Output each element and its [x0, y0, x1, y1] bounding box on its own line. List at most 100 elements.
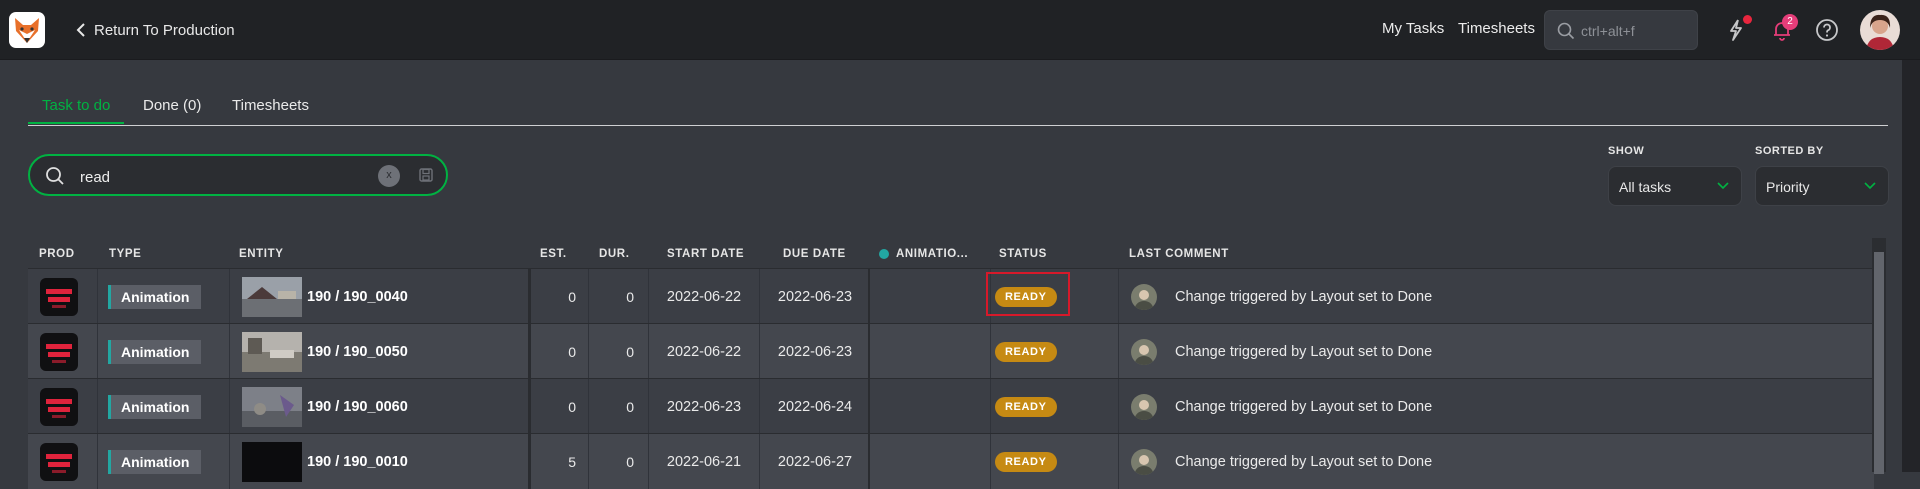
comment-author-avatar[interactable] — [1131, 448, 1157, 475]
estimation-cell[interactable]: 0 — [531, 269, 576, 324]
comment-author-avatar[interactable] — [1131, 283, 1157, 310]
last-comment-text[interactable]: Change triggered by Layout set to Done — [1175, 399, 1432, 415]
production-thumbnail[interactable] — [40, 277, 78, 316]
last-comment-text[interactable]: Change triggered by Layout set to Done — [1175, 289, 1432, 305]
last-comment-cell[interactable]: Change triggered by Layout set to Done — [1119, 269, 1859, 324]
page-scrollbar[interactable] — [1902, 60, 1920, 472]
status-cell: READY — [991, 379, 1117, 434]
entity-thumbnail[interactable] — [242, 276, 302, 317]
task-search-box: x — [28, 154, 448, 196]
timesheets-link[interactable]: Timesheets — [1458, 20, 1535, 37]
entity-name[interactable]: 190 / 190_0060 — [307, 399, 408, 415]
production-thumbnail[interactable] — [40, 332, 78, 371]
header-animation-column[interactable]: ANIMATIO... — [879, 248, 968, 260]
my-tasks-link[interactable]: My Tasks — [1382, 20, 1444, 37]
clear-search-button[interactable]: x — [378, 165, 400, 187]
type-cell: Animation — [98, 324, 228, 379]
entity-name[interactable]: 190 / 190_0050 — [307, 344, 408, 360]
table-scrollbar[interactable] — [1872, 238, 1886, 474]
task-type-tag[interactable]: Animation — [108, 284, 202, 309]
start-date-cell[interactable]: 2022-06-21 — [649, 434, 759, 489]
duration-cell: 0 — [626, 288, 634, 305]
table-row[interactable]: Animation 190 / 190_0060 0 0 2022-06-23 … — [28, 378, 1874, 434]
header-due-date[interactable]: DUE DATE — [783, 248, 846, 260]
search-icon — [46, 167, 64, 185]
help-icon[interactable] — [1813, 16, 1841, 44]
last-comment-text[interactable]: Change triggered by Layout set to Done — [1175, 344, 1432, 360]
estimation-cell[interactable]: 5 — [531, 434, 576, 489]
prod-cell — [28, 379, 96, 434]
entity-cell: 190 / 190_0060 — [230, 379, 530, 434]
entity-thumbnail[interactable] — [242, 331, 302, 372]
status-cell: READY — [991, 434, 1117, 489]
header-animation-label: ANIMATIO... — [896, 248, 969, 260]
show-select[interactable]: All tasks — [1608, 166, 1742, 206]
header-status[interactable]: STATUS — [999, 248, 1047, 260]
task-search-input[interactable] — [78, 166, 382, 188]
start-date-cell[interactable]: 2022-06-23 — [649, 379, 759, 434]
estimation-cell[interactable]: 0 — [531, 324, 576, 379]
entity-thumbnail[interactable] — [242, 386, 302, 427]
duration-cell: 0 — [626, 453, 634, 470]
save-search-icon[interactable] — [418, 167, 434, 183]
table-row[interactable]: Animation 190 / 190_0050 0 0 2022-06-22 … — [28, 323, 1874, 379]
status-badge[interactable]: READY — [995, 451, 1057, 472]
production-thumbnail[interactable] — [40, 387, 78, 426]
tab-task-to-do[interactable]: Task to do — [28, 97, 125, 124]
start-date-cell[interactable]: 2022-06-22 — [649, 269, 759, 324]
global-search-input[interactable] — [1579, 20, 1693, 42]
task-type-tag[interactable]: Animation — [108, 339, 202, 364]
entity-cell: 190 / 190_0040 — [230, 269, 530, 324]
task-type-tag[interactable]: Animation — [108, 394, 202, 419]
prod-cell — [28, 269, 96, 324]
comment-author-avatar[interactable] — [1131, 338, 1157, 365]
return-to-production-link[interactable]: Return To Production — [76, 18, 235, 42]
animation-cell[interactable] — [870, 379, 990, 434]
task-type-tag[interactable]: Animation — [108, 449, 202, 474]
start-date-cell[interactable]: 2022-06-22 — [649, 324, 759, 379]
header-last-comment[interactable]: LAST COMMENT — [1129, 248, 1229, 260]
tabs-bar: Task to do Done (0) Timesheets — [28, 97, 1888, 126]
due-date-cell[interactable]: 2022-06-27 — [760, 434, 870, 489]
comment-author-avatar[interactable] — [1131, 393, 1157, 420]
estimation-cell[interactable]: 0 — [531, 379, 576, 434]
table-scrollbar-thumb[interactable] — [1874, 252, 1884, 474]
last-comment-text[interactable]: Change triggered by Layout set to Done — [1175, 454, 1432, 470]
production-thumbnail[interactable] — [40, 442, 78, 481]
header-type[interactable]: TYPE — [109, 248, 141, 260]
task-type-dot — [879, 249, 889, 259]
header-prod[interactable]: PROD — [39, 248, 75, 260]
prod-cell — [28, 324, 96, 379]
header-dur[interactable]: DUR. — [599, 248, 630, 260]
tab-done[interactable]: Done (0) — [143, 97, 201, 122]
chevron-left-icon — [76, 23, 85, 37]
header-est[interactable]: EST. — [540, 248, 567, 260]
status-badge[interactable]: READY — [995, 341, 1057, 362]
status-badge[interactable]: READY — [995, 396, 1057, 417]
animation-cell[interactable] — [870, 269, 990, 324]
last-comment-cell[interactable]: Change triggered by Layout set to Done — [1119, 324, 1859, 379]
table-row[interactable]: Animation 190 / 190_0040 0 0 2022-06-22 … — [28, 268, 1874, 324]
entity-thumbnail[interactable] — [242, 441, 302, 482]
last-comment-cell[interactable]: Change triggered by Layout set to Done — [1119, 379, 1859, 434]
sorted-by-select-value: Priority — [1766, 179, 1810, 195]
animation-cell[interactable] — [870, 324, 990, 379]
entity-name[interactable]: 190 / 190_0010 — [307, 454, 408, 470]
table-row[interactable]: Animation 190 / 190_0010 5 0 2022-06-21 … — [28, 433, 1874, 489]
due-date-cell[interactable]: 2022-06-23 — [760, 269, 870, 324]
user-avatar[interactable] — [1860, 10, 1900, 50]
entity-name[interactable]: 190 / 190_0040 — [307, 289, 408, 305]
animation-cell[interactable] — [870, 434, 990, 489]
last-comment-cell[interactable]: Change triggered by Layout set to Done — [1119, 434, 1859, 489]
due-date-cell[interactable]: 2022-06-23 — [760, 324, 870, 379]
duration-cell: 0 — [626, 343, 634, 360]
chevron-down-icon — [1717, 182, 1729, 190]
header-start-date[interactable]: START DATE — [667, 248, 744, 260]
kitsu-logo[interactable] — [9, 12, 45, 48]
tab-timesheets[interactable]: Timesheets — [232, 97, 309, 122]
global-search[interactable] — [1544, 10, 1698, 50]
sorted-by-select[interactable]: Priority — [1755, 166, 1889, 206]
header-entity[interactable]: ENTITY — [239, 248, 284, 260]
due-date-cell[interactable]: 2022-06-24 — [760, 379, 870, 434]
type-cell: Animation — [98, 434, 228, 489]
